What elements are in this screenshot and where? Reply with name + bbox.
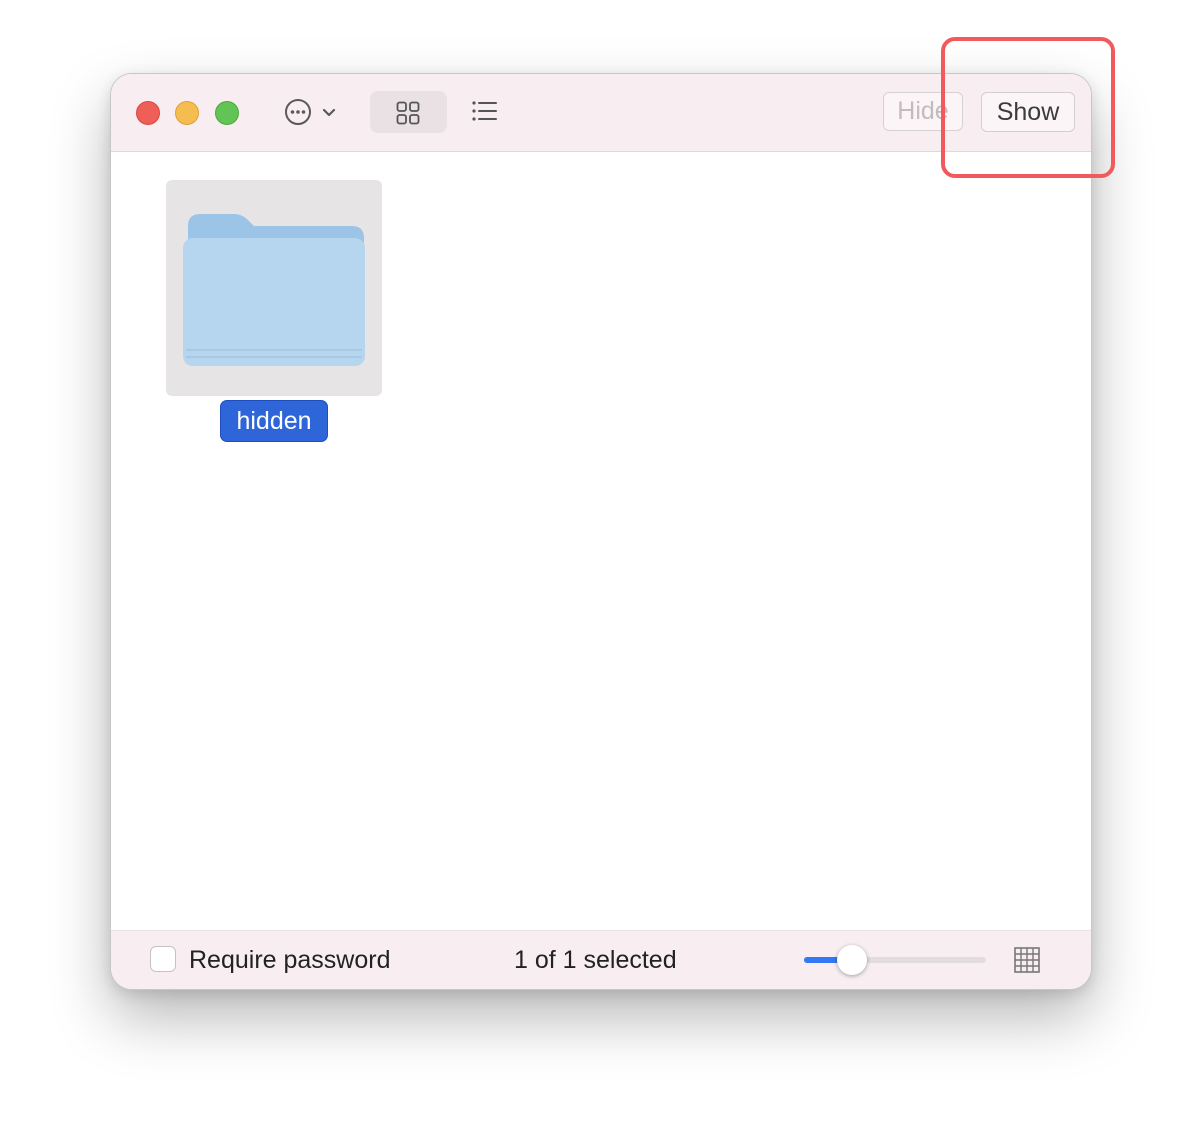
file-browser-area[interactable]: hidden: [111, 152, 1091, 930]
chevron-down-icon: [322, 108, 336, 117]
require-password-label[interactable]: Require password: [189, 945, 391, 975]
ellipsis-circle-icon: [285, 99, 311, 125]
status-bar: Require password 1 of 1 selected: [111, 930, 1091, 989]
show-button[interactable]: Show: [981, 92, 1075, 132]
minimize-window-button[interactable]: [175, 101, 199, 125]
icon-size-slider[interactable]: [804, 945, 986, 975]
folder-selection-tile: [166, 180, 382, 396]
toolbar: Hide Show: [111, 74, 1091, 152]
finder-window: Hide Show hidden Require password 1 of 1…: [110, 73, 1092, 990]
more-actions-menu[interactable]: [283, 97, 343, 127]
list-view-icon: [472, 101, 497, 121]
list-view-button[interactable]: [469, 95, 501, 127]
folder-name-label[interactable]: hidden: [220, 400, 328, 442]
hide-button[interactable]: Hide: [883, 92, 963, 131]
zoom-window-button[interactable]: [215, 101, 239, 125]
folder-icon: [183, 214, 365, 366]
grid-size-icon[interactable]: [1013, 946, 1041, 974]
slider-knob[interactable]: [837, 945, 867, 975]
grid-view-icon: [396, 101, 420, 125]
require-password-checkbox[interactable]: [150, 946, 176, 972]
selection-status-text: 1 of 1 selected: [514, 946, 677, 974]
close-window-button[interactable]: [136, 101, 160, 125]
icon-view-button[interactable]: [370, 91, 447, 133]
folder-item-hidden[interactable]: hidden: [166, 180, 382, 446]
